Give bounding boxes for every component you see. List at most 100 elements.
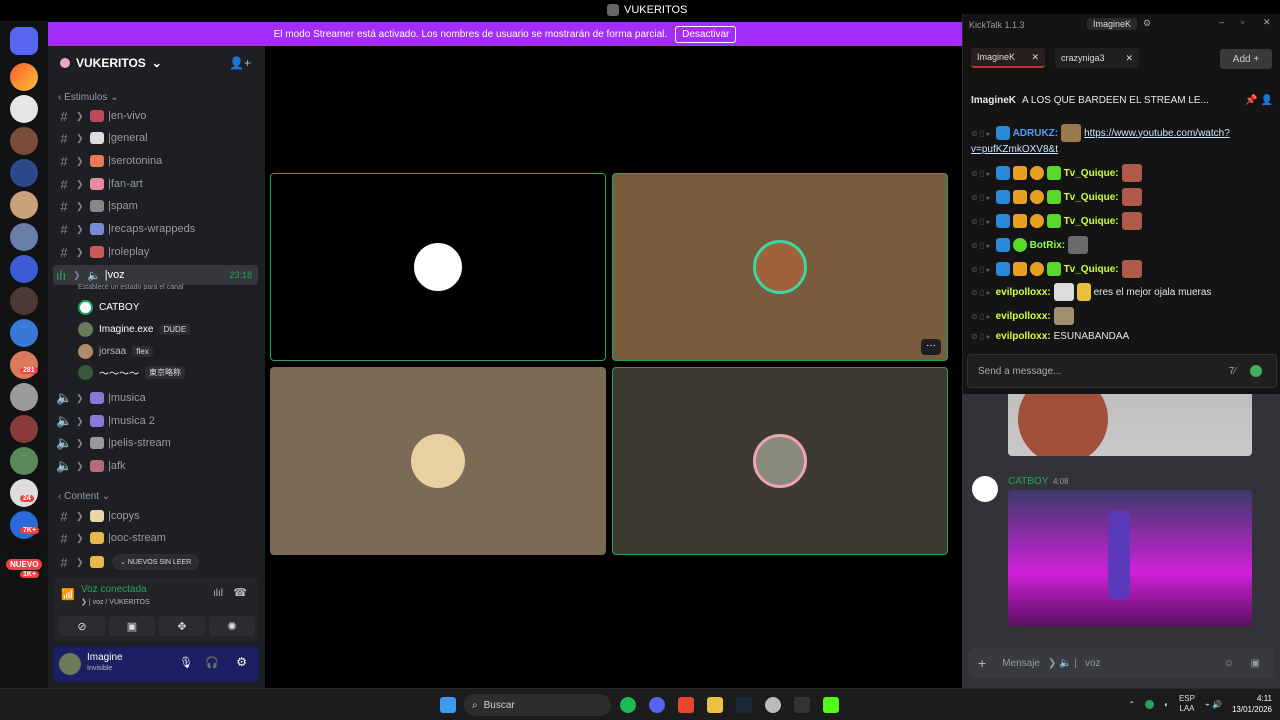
kick-emoji-icon[interactable]	[1250, 365, 1262, 377]
server-icon-6[interactable]	[10, 223, 38, 251]
voice-member[interactable]: ～～～～ 東京略称	[78, 363, 185, 381]
server-icon-3[interactable]	[10, 127, 38, 155]
close-tab-icon[interactable]: ✕	[1031, 52, 1039, 63]
disconnect-icon[interactable]: ☎	[233, 586, 247, 599]
server-icon-4[interactable]	[10, 159, 38, 187]
voice-channel-voz[interactable]: ılı ❯ 🔈 | voz 23:18	[53, 265, 258, 285]
video-tile[interactable]	[612, 367, 948, 555]
add-member-icon[interactable]: 👤+	[229, 56, 251, 70]
voice-channel-pelis-stream[interactable]: 🔈 ❯ | pelis-stream	[56, 433, 256, 453]
voice-channel-musica-2[interactable]: 🔈 ❯ | musica 2	[56, 411, 256, 431]
screen-share-button[interactable]: ▣	[109, 616, 155, 636]
minimize-icon[interactable]: –	[1219, 17, 1224, 27]
server-icon-15[interactable]	[10, 511, 38, 539]
wifi-icon[interactable]: ⌁ 🔊	[1205, 700, 1222, 709]
voice-channel-afk[interactable]: 🔈 ❯ | afk	[56, 456, 256, 476]
voice-member[interactable]: CATBOY	[78, 298, 139, 316]
server-icon-11[interactable]	[10, 383, 38, 411]
channel-spam[interactable]: # ❯ | spam	[56, 196, 256, 216]
voice-member[interactable]: Imagine.exe DUDE	[78, 320, 191, 338]
channel-ooc-stream[interactable]: # ❯ | ooc-stream	[56, 528, 256, 548]
message-link[interactable]: https://www.youtube.com/watch?	[1084, 128, 1230, 139]
user-name[interactable]: Imagine	[87, 652, 123, 663]
voice-status[interactable]: Voz conectada	[81, 584, 147, 595]
language-indicator[interactable]: ESP LAA	[1179, 694, 1195, 714]
taskbar-search[interactable]: ⌕ Buscar	[464, 694, 611, 716]
server-icon-7[interactable]	[10, 255, 38, 283]
chat-message: ⊘ ▯ ▸ evilpolloxx: ESUNABANDAA	[971, 331, 1130, 342]
steam-icon[interactable]	[736, 697, 752, 713]
camera-off-button[interactable]: ⊘	[59, 616, 105, 636]
discord-icon[interactable]	[649, 697, 665, 713]
chevron-up-icon[interactable]: ⌃	[1128, 700, 1135, 709]
server-icon-8[interactable]	[10, 287, 38, 315]
image-icon[interactable]: ▣	[1251, 658, 1260, 669]
avatar[interactable]	[972, 476, 998, 502]
channel-roleplay[interactable]: # ❯ | roleplay	[56, 242, 256, 262]
channel-serotonina[interactable]: # ❯ | serotonina	[56, 151, 256, 171]
headphones-icon[interactable]: 🎧	[205, 656, 219, 669]
server-icon-14[interactable]	[10, 479, 38, 507]
maximize-icon[interactable]: ▫	[1241, 17, 1244, 27]
add-channel-button[interactable]: Add +	[1220, 49, 1272, 69]
server-icon-10[interactable]	[10, 351, 38, 379]
clock[interactable]: 4:11 13/01/2026	[1232, 693, 1272, 715]
windows-start-icon[interactable]	[440, 697, 456, 713]
image-attachment[interactable]	[1008, 394, 1252, 456]
voice-channel-musica[interactable]: 🔈 ❯ | musica	[56, 388, 256, 408]
category-content[interactable]: ‹ Content ⌄	[58, 491, 110, 502]
video-tile[interactable]	[270, 173, 606, 361]
gear-icon[interactable]: ⚙	[236, 655, 247, 669]
channel-recaps-wrappeds[interactable]: # ❯ | recaps-wrappeds	[56, 219, 256, 239]
channel-status-hint[interactable]: Establece un estado para el canal	[78, 284, 183, 291]
message-input[interactable]: + Mensaje ❯ 🔈 | voz ☺ ▣	[968, 648, 1274, 678]
soundboard-button[interactable]: ✺	[209, 616, 255, 636]
tray-icon[interactable]: ◐	[1164, 700, 1169, 709]
close-icon[interactable]: ✕	[1263, 17, 1271, 28]
noise-suppression-icon[interactable]: ılıl	[213, 588, 223, 599]
account-button[interactable]: ImagineK	[1087, 18, 1138, 30]
message-link-cont[interactable]: v=pufKZmkOXV8&t	[971, 144, 1058, 155]
emote-picker-icon[interactable]: 7⁄	[1229, 366, 1236, 377]
signal-icon[interactable]: 📶	[61, 588, 75, 601]
server-icon-12[interactable]	[10, 415, 38, 443]
new-unread-pill[interactable]: ⌄ NUEVOS SIN LEER	[112, 554, 200, 570]
folder-icon[interactable]	[707, 697, 723, 713]
server-icon-9[interactable]	[10, 319, 38, 347]
gear-icon[interactable]: ⚙	[1143, 18, 1151, 29]
plus-icon[interactable]: +	[978, 655, 986, 671]
message-author[interactable]: CATBOY	[1008, 476, 1048, 487]
microphone-icon[interactable]: 🎙	[179, 656, 193, 669]
server-icon-1[interactable]	[10, 63, 38, 91]
close-tab-icon[interactable]: ✕	[1125, 53, 1133, 64]
avatar[interactable]	[59, 653, 81, 675]
discord-home-icon[interactable]	[10, 27, 38, 55]
more-options-icon[interactable]: ···	[921, 339, 941, 355]
tray-app-icon[interactable]	[1145, 699, 1155, 709]
gif-attachment[interactable]	[1008, 490, 1252, 626]
server-icon-13[interactable]	[10, 447, 38, 475]
spotify-icon[interactable]	[620, 697, 636, 713]
deactivate-button[interactable]: Desactivar	[675, 25, 737, 43]
channel-fan-art[interactable]: # ❯ | fan-art	[56, 174, 256, 194]
server-icon-2[interactable]	[10, 95, 38, 123]
voice-member[interactable]: jorsaa flex	[78, 342, 153, 360]
tab-imaginek[interactable]: ImagineK ✕	[971, 48, 1045, 68]
video-tile[interactable]	[270, 367, 606, 555]
pinned-message[interactable]: ImagineK A LOS QUE BARDEEN EL STREAM LE.…	[963, 90, 1280, 110]
kick-message-input[interactable]: Send a message... 7⁄	[967, 354, 1277, 388]
brave-icon[interactable]	[678, 697, 694, 713]
server-icon-5[interactable]	[10, 191, 38, 219]
activities-button[interactable]: ✥	[159, 616, 205, 636]
video-tile[interactable]: ···	[612, 173, 948, 361]
kick-icon[interactable]	[823, 697, 839, 713]
tab-crazyniga3[interactable]: crazyniga3 ✕	[1055, 48, 1139, 68]
category-estimulos[interactable]: ‹ Estimulos ⌄	[58, 92, 119, 103]
channel-en-vivo[interactable]: # ❯ | en-vivo	[56, 106, 256, 126]
pin-icon[interactable]: 📌 👤	[1245, 95, 1273, 106]
channel-general[interactable]: # ❯ | general	[56, 128, 256, 148]
channel-copys[interactable]: # ❯ | copys	[56, 506, 256, 526]
emoji-icon[interactable]: ☺	[1224, 658, 1234, 669]
epic-games-icon[interactable]	[794, 697, 810, 713]
app-icon[interactable]	[765, 697, 781, 713]
